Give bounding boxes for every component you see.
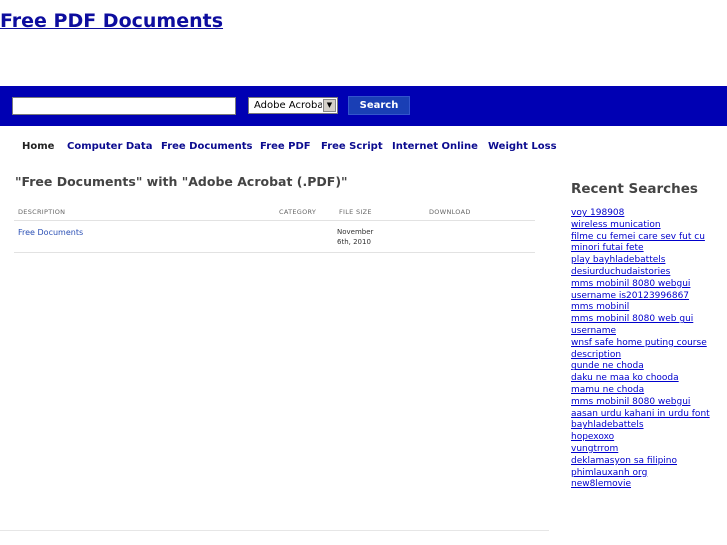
recent-search-link[interactable]: mms mobinil 8080 webgui bbox=[571, 397, 690, 407]
document-link[interactable]: Free Documents bbox=[18, 228, 83, 237]
table-divider bbox=[14, 252, 535, 253]
column-header-description: DESCRIPTION bbox=[18, 208, 66, 216]
filetype-select[interactable]: Adobe Acroba ▼ bbox=[248, 97, 338, 114]
recent-search-link[interactable]: username bbox=[571, 326, 616, 336]
recent-search-link[interactable]: hopexoxo bbox=[571, 432, 614, 442]
chevron-down-icon[interactable]: ▼ bbox=[323, 99, 336, 112]
file-size-value: November 6th, 2010 bbox=[337, 227, 387, 247]
recent-search-link[interactable]: mms mobinil bbox=[571, 302, 629, 312]
list-item: hopexoxo bbox=[571, 432, 710, 444]
nav-item-free-script[interactable]: Free Script bbox=[321, 141, 383, 152]
recent-search-link[interactable]: minori futai fete bbox=[571, 243, 644, 253]
nav-item-weight-loss[interactable]: Weight Loss bbox=[488, 141, 557, 152]
list-item: filme cu femei care sev fut cu bbox=[571, 232, 710, 244]
recent-search-link[interactable]: mms mobinil 8080 web gui bbox=[571, 314, 693, 324]
recent-search-link[interactable]: daku ne maa ko chooda bbox=[571, 373, 679, 383]
recent-search-link[interactable]: desiurduchudaistories bbox=[571, 267, 670, 277]
list-item: desiurduchudaistories bbox=[571, 267, 710, 279]
list-item: deklamasyon sa filipino bbox=[571, 456, 710, 468]
recent-search-link[interactable]: filme cu femei care sev fut cu bbox=[571, 232, 705, 242]
nav-item-home[interactable]: Home bbox=[22, 141, 54, 152]
recent-search-link[interactable]: username is20123996867 bbox=[571, 291, 689, 301]
column-header-category: CATEGORY bbox=[279, 208, 317, 216]
search-button[interactable]: Search bbox=[348, 96, 410, 115]
list-item: new8lemovie bbox=[571, 479, 710, 491]
list-item: bayhladebattels bbox=[571, 420, 710, 432]
list-item: mms mobinil 8080 web gui bbox=[571, 314, 710, 326]
recent-search-link[interactable]: voy 198908 bbox=[571, 208, 624, 218]
list-item: vungtrrom bbox=[571, 444, 710, 456]
recent-searches-title: Recent Searches bbox=[571, 181, 698, 197]
list-item: daku ne maa ko chooda bbox=[571, 373, 710, 385]
site-title-link[interactable]: Free PDF Documents bbox=[0, 10, 223, 32]
nav-item-free-pdf[interactable]: Free PDF bbox=[260, 141, 311, 152]
nav-item-internet-online[interactable]: Internet Online bbox=[392, 141, 478, 152]
recent-search-link[interactable]: aasan urdu kahani in urdu font bbox=[571, 409, 710, 419]
column-header-download: DOWNLOAD bbox=[429, 208, 471, 216]
list-item: username bbox=[571, 326, 710, 338]
recent-search-link[interactable]: new8lemovie bbox=[571, 479, 631, 489]
recent-search-link[interactable]: vungtrrom bbox=[571, 444, 618, 454]
list-item: wireless munication bbox=[571, 220, 710, 232]
list-item: username is20123996867 bbox=[571, 291, 710, 303]
column-header-file-size: FILE SIZE bbox=[339, 208, 372, 216]
search-input[interactable] bbox=[12, 97, 236, 115]
recent-search-link[interactable]: mms mobinil 8080 webgui bbox=[571, 279, 690, 289]
list-item: minori futai fete bbox=[571, 243, 710, 255]
recent-search-link[interactable]: gunde ne choda bbox=[571, 361, 644, 371]
list-item: mms mobinil 8080 webgui bbox=[571, 279, 710, 291]
list-item: aasan urdu kahani in urdu font bbox=[571, 409, 710, 421]
list-item: mamu ne choda bbox=[571, 385, 710, 397]
recent-search-link[interactable]: play bayhladebattels bbox=[571, 255, 665, 265]
list-item: gunde ne choda bbox=[571, 361, 710, 373]
list-item: voy 198908 bbox=[571, 208, 710, 220]
footer-divider bbox=[0, 530, 549, 531]
recent-search-link[interactable]: description bbox=[571, 350, 621, 360]
recent-search-link[interactable]: wireless munication bbox=[571, 220, 661, 230]
list-item: description bbox=[571, 350, 710, 362]
file-size-line: 6th, 2010 bbox=[337, 238, 371, 246]
recent-searches-list: voy 198908 wireless munication filme cu fe… bbox=[571, 208, 710, 491]
list-item: wnsf safe home puting course bbox=[571, 338, 710, 350]
nav-item-computer-data[interactable]: Computer Data bbox=[67, 141, 152, 152]
filetype-select-value: Adobe Acroba bbox=[254, 100, 322, 111]
recent-search-link[interactable]: phimlauxanh org bbox=[571, 468, 647, 478]
recent-search-link[interactable]: bayhladebattels bbox=[571, 420, 644, 430]
file-size-line: November bbox=[337, 228, 374, 236]
recent-search-link[interactable]: deklamasyon sa filipino bbox=[571, 456, 677, 466]
list-item: mms mobinil 8080 webgui bbox=[571, 397, 710, 409]
nav-item-free-documents[interactable]: Free Documents bbox=[161, 141, 252, 152]
list-item: phimlauxanh org bbox=[571, 468, 710, 480]
recent-search-link[interactable]: wnsf safe home puting course bbox=[571, 338, 707, 348]
table-divider bbox=[14, 220, 535, 221]
list-item: mms mobinil bbox=[571, 302, 710, 314]
page-title: "Free Documents" with "Adobe Acrobat (.P… bbox=[15, 174, 348, 189]
search-bar: Adobe Acroba ▼ Search bbox=[0, 86, 727, 126]
list-item: play bayhladebattels bbox=[571, 255, 710, 267]
recent-search-link[interactable]: mamu ne choda bbox=[571, 385, 644, 395]
